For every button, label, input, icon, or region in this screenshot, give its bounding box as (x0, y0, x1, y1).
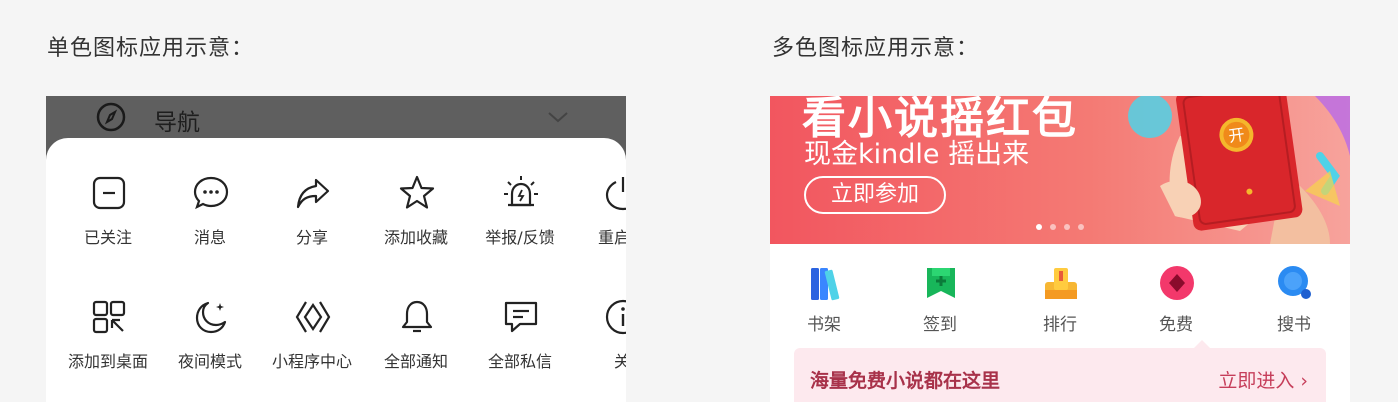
action-all-private-messages[interactable]: 全部私信 (468, 298, 572, 402)
action-sheet: 已关注 消息 分享 添加收藏 举报/反馈 重启小 添加到桌面 夜间 (46, 138, 626, 402)
chat-bubble-icon (193, 176, 229, 210)
grid-add-icon (92, 300, 126, 334)
minus-square-icon (92, 176, 126, 210)
action-add-to-desktop[interactable]: 添加到桌面 (56, 298, 160, 402)
action-label: 添加收藏 (383, 228, 448, 247)
app-free[interactable]: 免费 (1126, 264, 1226, 335)
enter-now-link[interactable]: 立即进入 › (1218, 366, 1308, 393)
banner-subtitle: 现金kindle 摇出来 (804, 139, 1030, 170)
action-restart[interactable]: 重启小 (570, 174, 626, 284)
action-share[interactable]: 分享 (260, 174, 364, 284)
free-diamond-icon (1160, 266, 1194, 300)
action-night-mode[interactable]: 夜间模式 (158, 298, 262, 402)
action-label: 全部通知 (383, 352, 448, 371)
power-icon (605, 177, 626, 211)
multi-icon-demo: 看小说摇红包 现金kindle 摇出来 立即参加 开 书架 签到 排行 免费 搜… (770, 96, 1350, 402)
action-about[interactable]: 关 (570, 298, 626, 402)
checkin-flag-icon (927, 268, 955, 298)
share-arrow-icon (296, 178, 330, 209)
promo-pointer (1194, 340, 1210, 348)
action-label: 添加到桌面 (67, 352, 148, 371)
ranking-podium-icon (1045, 268, 1077, 299)
star-icon (399, 175, 435, 209)
carousel-indicator (1036, 224, 1096, 232)
message-square-icon (504, 301, 538, 333)
action-label: 已关注 (83, 228, 132, 247)
nav-label: 导航 (154, 110, 200, 136)
promo-text: 海量免费小说都在这里 (810, 370, 1001, 392)
envelope-char: 开 (1227, 125, 1246, 146)
chevron-down-icon[interactable] (546, 108, 570, 126)
red-envelope-illustration: 开 (1128, 96, 1350, 244)
action-add-favorite[interactable]: 添加收藏 (364, 174, 468, 284)
compass-icon (96, 102, 126, 132)
diamond-brackets-icon (295, 301, 331, 333)
action-label: 重启小 (597, 228, 626, 247)
multi-section-title: 多色图标应用示意： (772, 36, 980, 61)
info-icon (605, 299, 626, 335)
mono-section-title: 单色图标应用示意： (47, 36, 255, 61)
action-label: 消息 (193, 228, 226, 247)
app-label: 签到 (923, 315, 957, 335)
action-label: 分享 (295, 228, 328, 247)
join-button[interactable]: 立即参加 (804, 176, 946, 214)
mono-icon-demo: 导航 已关注 消息 分享 添加收藏 举报/反馈 重启小 (46, 96, 626, 402)
alarm-light-icon (504, 176, 538, 207)
free-novels-promo[interactable]: 海量免费小说都在这里 立即进入 › (794, 340, 1326, 402)
app-checkin[interactable]: 签到 (890, 264, 990, 335)
app-label: 排行 (1043, 315, 1077, 335)
action-label: 全部私信 (487, 352, 552, 371)
action-label: 小程序中心 (271, 352, 352, 371)
bell-icon (401, 300, 433, 333)
action-label: 举报/反馈 (485, 228, 555, 247)
action-followed[interactable]: 已关注 (56, 174, 160, 284)
app-label: 书架 (807, 315, 841, 335)
search-book-icon (1278, 266, 1311, 299)
nav-bar[interactable]: 导航 (46, 96, 626, 140)
moon-icon (195, 301, 227, 334)
app-label: 搜书 (1277, 315, 1311, 335)
app-label: 免费 (1159, 315, 1193, 335)
app-bookshelf[interactable]: 书架 (774, 264, 874, 335)
bookshelf-icon (811, 268, 840, 301)
action-mini-programs[interactable]: 小程序中心 (260, 298, 364, 402)
action-messages[interactable]: 消息 (158, 174, 262, 284)
action-report[interactable]: 举报/反馈 (468, 174, 572, 284)
app-ranking[interactable]: 排行 (1010, 264, 1110, 335)
action-label: 关 (613, 352, 626, 371)
action-label: 夜间模式 (177, 352, 242, 371)
action-all-notifications[interactable]: 全部通知 (364, 298, 468, 402)
promo-banner[interactable]: 看小说摇红包 现金kindle 摇出来 立即参加 开 (770, 96, 1350, 244)
app-search-books[interactable]: 搜书 (1244, 264, 1344, 335)
